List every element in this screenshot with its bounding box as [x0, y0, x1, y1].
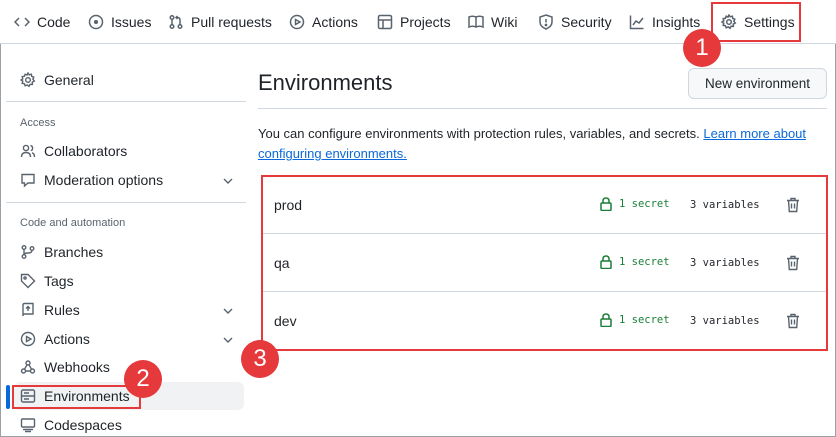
branch-icon — [21, 245, 35, 259]
sidebar-item-rules[interactable]: Rules — [20, 296, 244, 324]
tab-issues-label: Issues — [111, 14, 152, 30]
tab-projects[interactable]: Projects — [377, 0, 451, 44]
sidebar-divider — [6, 101, 246, 102]
page-title: Environments — [258, 70, 393, 95]
environments-callout-box — [12, 385, 141, 409]
sidebar-divider — [6, 202, 246, 203]
graph-icon — [629, 15, 644, 30]
tab-actions-label: Actions — [312, 14, 358, 30]
sidebar-item-tags[interactable]: Tags — [20, 267, 244, 295]
sidebar-item-general[interactable]: General — [20, 66, 244, 94]
play-icon — [289, 14, 305, 30]
callout-badge-2: 2 — [124, 360, 162, 398]
tab-wiki-label: Wiki — [491, 14, 518, 30]
environment-list-callout-box — [261, 175, 828, 351]
tab-security[interactable]: Security — [538, 0, 612, 44]
sidebar-item-actions[interactable]: Actions — [20, 325, 244, 353]
tag-icon — [20, 273, 36, 289]
chevron-down-icon — [223, 337, 233, 343]
tab-pull-requests-label: Pull requests — [191, 14, 272, 30]
gear-icon — [20, 72, 36, 88]
webhook-icon — [20, 360, 36, 374]
active-indicator — [6, 385, 10, 409]
tab-insights-label: Insights — [652, 14, 701, 30]
issue-icon — [88, 14, 104, 30]
sidebar-item-codespaces[interactable]: Codespaces — [20, 411, 244, 437]
page-description: You can configure environments with prot… — [258, 124, 828, 164]
tab-projects-label: Projects — [400, 14, 451, 30]
tab-pull-requests[interactable]: Pull requests — [168, 0, 272, 44]
sidebar-item-label: Codespaces — [44, 417, 122, 433]
sidebar-item-branches[interactable]: Branches — [20, 238, 244, 266]
tab-code[interactable]: Code — [14, 0, 70, 44]
description-text: You can configure environments with prot… — [258, 126, 700, 141]
sidebar-item-label: Tags — [44, 273, 74, 289]
table-icon — [377, 14, 393, 30]
pull-request-icon — [169, 14, 183, 30]
sidebar-item-label: General — [44, 72, 94, 88]
tab-actions[interactable]: Actions — [289, 0, 358, 44]
play-icon — [20, 331, 36, 347]
sidebar-item-label: Rules — [44, 302, 80, 318]
sidebar-item-moderation[interactable]: Moderation options — [20, 166, 244, 194]
sidebar-heading-code: Code and automation — [20, 217, 126, 229]
code-icon — [14, 17, 30, 27]
tab-wiki[interactable]: Wiki — [468, 0, 517, 44]
chevron-down-icon — [223, 308, 233, 314]
repo-push-icon — [22, 302, 34, 316]
sidebar-item-collaborators[interactable]: Collaborators — [20, 137, 244, 165]
title-divider — [258, 108, 827, 109]
chevron-down-icon — [223, 178, 233, 184]
tab-code-label: Code — [37, 14, 71, 30]
sidebar-item-label: Branches — [44, 244, 104, 260]
sidebar-item-label: Moderation options — [44, 172, 164, 188]
book-icon — [468, 15, 484, 29]
settings-callout-box — [711, 2, 801, 42]
tab-issues[interactable]: Issues — [88, 0, 151, 44]
people-icon — [20, 144, 36, 158]
sidebar-item-label: Collaborators — [44, 143, 128, 159]
new-environment-button[interactable]: New environment — [688, 68, 827, 99]
callout-badge-3: 3 — [241, 340, 279, 378]
codespaces-icon — [20, 418, 36, 433]
sidebar-item-label: Webhooks — [44, 359, 110, 375]
sidebar-item-label: Actions — [44, 331, 90, 347]
callout-badge-1: 1 — [683, 29, 721, 67]
comment-icon — [21, 173, 35, 188]
sidebar-heading-access: Access — [20, 117, 56, 129]
tab-security-label: Security — [561, 14, 612, 30]
shield-icon — [539, 14, 553, 30]
